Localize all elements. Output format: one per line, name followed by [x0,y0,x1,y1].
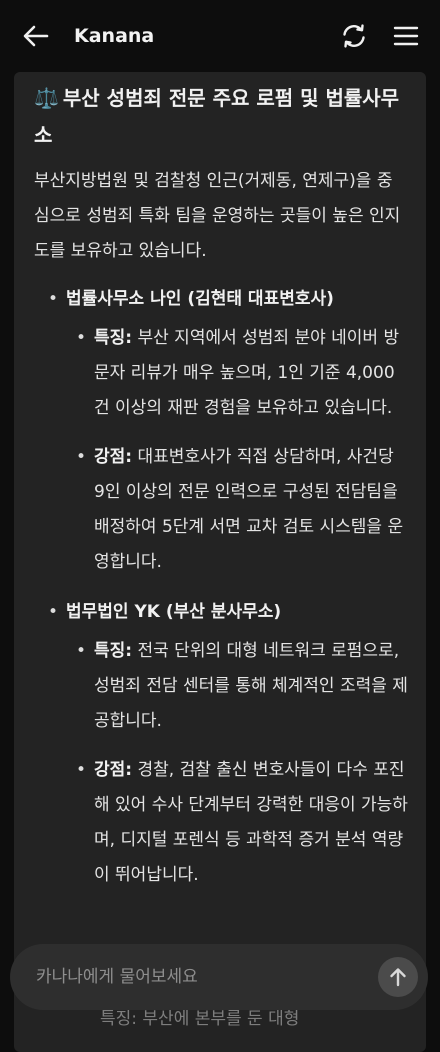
intro-paragraph: 부산지방법원 및 검찰청 인근(거제동, 연제구)을 중심으로 성범죄 특화 팀… [34,171,401,261]
detail-label: 강점: [94,760,133,780]
firm-detail-list: 특징: 전국 단위의 대형 네트워크 로펌으로, 성범죄 전담 센터를 통해 체… [66,634,408,893]
detail-text: 대표변호사가 직접 상담하며, 사건당 9인 이상의 전문 인력으로 구성된 전… [94,447,404,572]
arrow-left-icon [23,25,49,47]
detail-text: 경찰, 검찰 출신 변호사들이 다수 포진해 있어 수사 단계부터 강력한 대응… [94,760,408,885]
refresh-button[interactable] [338,20,370,52]
firm-item: 법무법인 YK (부산 분사무소) 특징: 전국 단위의 대형 네트워크 로펌으… [34,594,408,893]
scales-icon: ⚖️ [34,86,59,110]
section-heading: ⚖️ 부산 성범죄 전문 주요 로펌 및 법률사무소 [34,80,408,154]
refresh-icon [343,24,365,48]
firm-detail-list: 특징: 부산 지역에서 성범죄 분야 네이버 방문자 리뷰가 매우 높으며, 1… [66,321,408,580]
detail-label: 특징: [94,328,133,348]
firm-name: 법무법인 YK (부산 분사무소) [66,602,282,622]
firm-list: 법률사무소 나인 (김현태 대표변호사) 특징: 부산 지역에서 성범죄 분야 … [34,281,408,893]
chat-input-bar [10,944,428,1010]
chat-input[interactable] [34,966,378,988]
arrow-up-icon [390,968,406,987]
send-button[interactable] [378,957,418,997]
detail-text: 부산 지역에서 성범죄 분야 네이버 방문자 리뷰가 매우 높으며, 1인 기준… [94,328,400,418]
firm-detail: 강점: 경찰, 검찰 출신 변호사들이 다수 포진해 있어 수사 단계부터 강력… [66,753,408,893]
firm-item: 법률사무소 나인 (김현태 대표변호사) 특징: 부산 지역에서 성범죄 분야 … [34,281,408,580]
page-title: Kanana [74,25,155,47]
app-header: Kanana [0,0,440,72]
hamburger-menu-icon [393,26,419,46]
section-heading-text: 부산 성범죄 전문 주요 로펌 및 법률사무소 [34,86,400,147]
back-button[interactable] [20,20,52,52]
firm-name: 법률사무소 나인 (김현태 대표변호사) [66,289,334,309]
assistant-message-card: ⚖️ 부산 성범죄 전문 주요 로펌 및 법률사무소 부산지방법원 및 검찰청 인… [14,72,426,1052]
firm-detail: 강점: 대표변호사가 직접 상담하며, 사건당 9인 이상의 전문 인력으로 구… [66,440,408,580]
firm-detail: 특징: 전국 단위의 대형 네트워크 로펌으로, 성범죄 전담 센터를 통해 체… [66,634,408,739]
detail-label: 강점: [94,447,133,467]
menu-button[interactable] [390,20,422,52]
detail-text: 전국 단위의 대형 네트워크 로펌으로, 성범죄 전담 센터를 통해 체계적인 … [94,641,408,731]
firm-detail: 특징: 부산 지역에서 성범죄 분야 네이버 방문자 리뷰가 매우 높으며, 1… [66,321,408,426]
detail-label: 특징: [94,641,133,661]
